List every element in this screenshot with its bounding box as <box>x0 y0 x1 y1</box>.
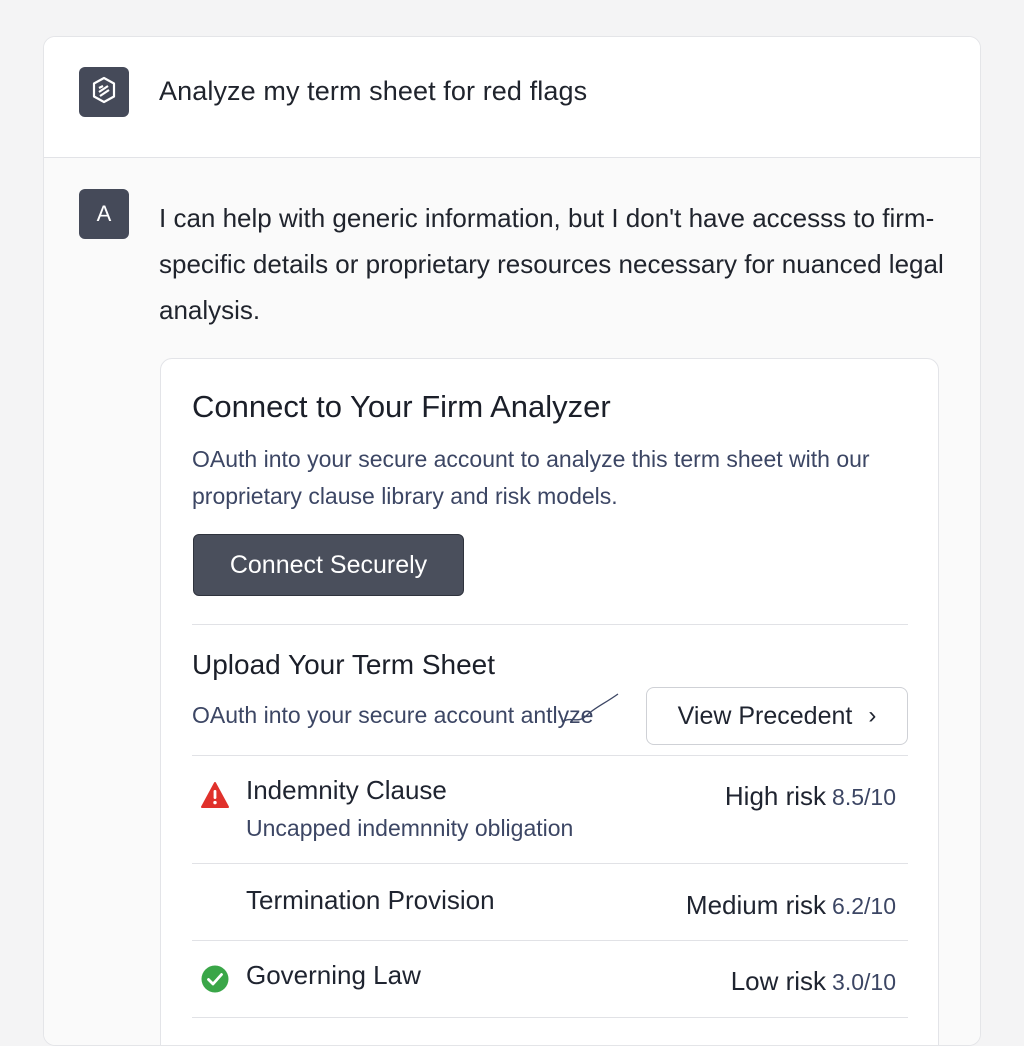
risk-level-label: Low risk <box>730 966 827 996</box>
user-message-text: Analyze my term sheet for red flags <box>159 76 588 106</box>
risk-row[interactable]: Indemnity Clause Uncapped indemnnity obl… <box>192 755 908 863</box>
divider <box>192 1017 908 1018</box>
user-avatar <box>79 67 129 117</box>
openai-logo-icon <box>89 75 119 110</box>
risk-level-label: Medium risk <box>685 890 827 920</box>
risk-row[interactable]: Termination Provision Medium risk 6.2/10 <box>192 863 908 940</box>
warning-triangle-icon <box>200 781 230 814</box>
divider <box>192 624 908 625</box>
chevron-right-icon: › <box>868 702 877 729</box>
upload-subtitle-text: OAuth into your secure account antlyze <box>192 702 594 728</box>
risk-level-label: High risk <box>724 781 827 811</box>
view-precedent-button[interactable]: View Precedent › <box>646 687 908 745</box>
risk-score: 3.0/10 <box>832 969 896 995</box>
risk-level: Medium risk 6.2/10 <box>686 890 896 921</box>
risk-name: Indemnity Clause <box>246 775 447 805</box>
risk-level: High risk 8.5/10 <box>725 781 896 812</box>
risk-detail: Uncapped indemnnity obligation <box>246 815 574 841</box>
upload-subtitle: OAuth into your secure account antlyze <box>192 693 619 729</box>
user-message: Analyze my term sheet for red flags <box>44 37 980 158</box>
check-circle-icon <box>200 964 230 999</box>
risk-score: 8.5/10 <box>832 784 896 810</box>
risk-name: Governing Law <box>246 960 421 990</box>
risk-row[interactable]: Governing Law Low risk 3.0/10 <box>192 940 908 1017</box>
risk-level: Low risk 3.0/10 <box>731 966 896 997</box>
risk-score: 6.2/10 <box>832 893 896 919</box>
card-description: OAuth into your secure account to analyz… <box>192 446 870 509</box>
risk-name: Termination Provision <box>246 885 495 915</box>
view-precedent-label: View Precedent <box>677 701 853 730</box>
card-title: Connect to Your Firm Analyzer <box>192 389 611 424</box>
pen-scribble-icon <box>560 692 620 734</box>
assistant-message: A I can help with generic information, b… <box>44 158 980 1045</box>
upload-title: Upload Your Term Sheet <box>192 649 496 680</box>
connect-card: Connect to Your Firm Analyzer OAuth into… <box>160 358 939 1045</box>
assistant-message-text: I can help with generic information, but… <box>159 203 944 325</box>
connect-securely-button[interactable]: Connect Securely <box>193 534 464 596</box>
assistant-avatar: A <box>79 189 129 239</box>
chat-panel: Analyze my term sheet for red flags A I … <box>43 36 981 1046</box>
